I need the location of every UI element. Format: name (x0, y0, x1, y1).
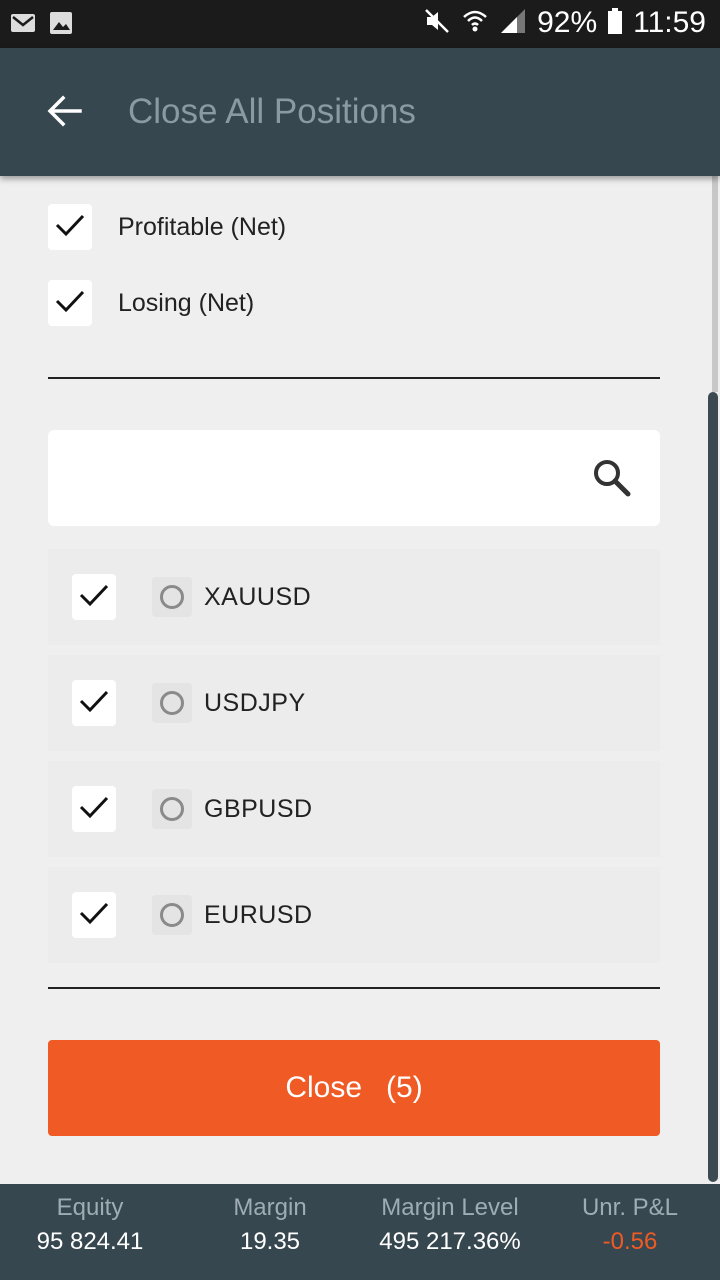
symbol-checkbox[interactable] (72, 892, 116, 938)
symbol-row[interactable]: USDJPY (48, 655, 660, 751)
close-positions-button[interactable]: Close (5) (48, 1040, 660, 1136)
margin-level-value: 495 217.36% (379, 1228, 521, 1255)
search-input[interactable] (68, 430, 568, 526)
checkmark-icon (55, 213, 85, 242)
wifi-icon (461, 7, 489, 40)
back-button[interactable] (36, 88, 92, 138)
symbol-radio[interactable] (152, 789, 192, 829)
filter-label: Losing (Net) (118, 288, 255, 317)
mute-icon (423, 7, 451, 40)
profitable-checkbox[interactable] (48, 204, 92, 250)
margin-label: Margin (233, 1194, 307, 1221)
pnl-cell: Unr. P&L -0.56 (540, 1184, 720, 1280)
signal-icon (499, 7, 527, 40)
symbol-checkbox[interactable] (72, 786, 116, 832)
scroll-track (712, 176, 718, 392)
equity-cell: Equity 95 824.41 (0, 1184, 180, 1280)
symbol-row[interactable]: XAUUSD (48, 549, 660, 645)
symbol-checkbox[interactable] (72, 574, 116, 620)
pnl-value: -0.56 (602, 1228, 658, 1255)
divider (48, 987, 660, 989)
checkmark-icon (79, 795, 109, 824)
battery-icon (607, 7, 623, 40)
checkmark-icon (79, 901, 109, 930)
arrow-left-icon (46, 95, 82, 132)
checkmark-icon (55, 289, 85, 318)
symbol-row[interactable]: EURUSD (48, 867, 660, 963)
symbol-checkbox[interactable] (72, 680, 116, 726)
search-box (48, 430, 660, 526)
equity-label: Equity (56, 1194, 124, 1221)
scrollbar[interactable] (708, 392, 718, 1182)
filter-profitable[interactable]: Profitable (Net) (48, 204, 286, 250)
losing-checkbox[interactable] (48, 280, 92, 326)
status-bar: 92% 11:59 (0, 0, 720, 48)
equity-value: 95 824.41 (36, 1228, 144, 1255)
symbol-row[interactable]: GBPUSD (48, 761, 660, 857)
divider (48, 377, 660, 379)
checkmark-icon (79, 689, 109, 718)
symbol-radio[interactable] (152, 683, 192, 723)
symbol-name: GBPUSD (204, 794, 313, 823)
account-summary-bar: Equity 95 824.41 Margin 19.35 Margin Lev… (0, 1184, 720, 1280)
gallery-icon (48, 10, 74, 41)
search-icon[interactable] (592, 458, 632, 503)
filter-label: Profitable (Net) (118, 212, 287, 241)
page-title: Close All Positions (128, 92, 416, 131)
margin-cell: Margin 19.35 (180, 1184, 360, 1280)
symbol-name: USDJPY (204, 688, 306, 717)
symbol-radio[interactable] (152, 895, 192, 935)
pnl-label: Unr. P&L (581, 1194, 679, 1221)
gmail-icon (10, 10, 36, 41)
margin-value: 19.35 (239, 1228, 301, 1255)
symbol-radio[interactable] (152, 577, 192, 617)
filter-losing[interactable]: Losing (Net) (48, 280, 254, 326)
margin-level-label: Margin Level (381, 1194, 519, 1221)
battery-percent: 92% (537, 6, 598, 39)
close-button-count: (5) (386, 1071, 423, 1104)
symbol-name: XAUUSD (204, 582, 312, 611)
app-bar: Close All Positions (0, 48, 720, 176)
symbol-name: EURUSD (204, 900, 313, 929)
checkmark-icon (79, 583, 109, 612)
close-button-label: Close (285, 1071, 363, 1104)
margin-level-cell: Margin Level 495 217.36% (360, 1184, 540, 1280)
clock: 11:59 (633, 6, 706, 39)
